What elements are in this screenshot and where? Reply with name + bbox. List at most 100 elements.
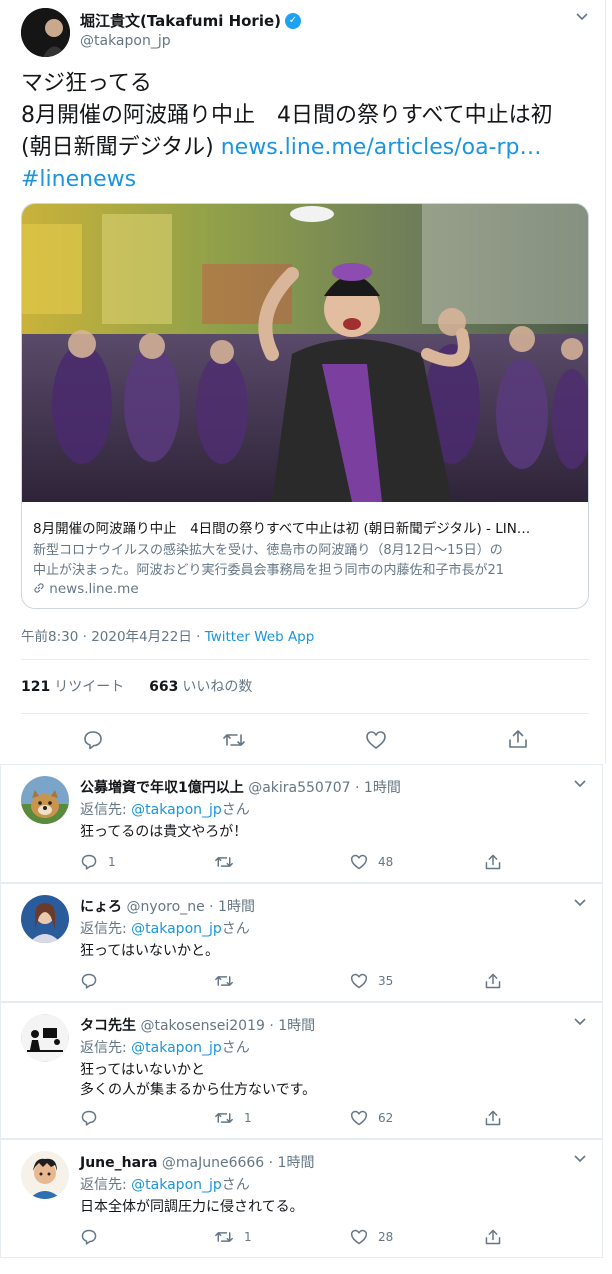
dog-avatar-image <box>21 776 69 824</box>
reply-author-name[interactable]: June_hara <box>80 1155 157 1171</box>
retweet-button[interactable]: 1 <box>214 1109 252 1127</box>
reply-tweet[interactable]: タコ先生 @takosensei2019 · 1時間 返信先: @takapon… <box>0 1002 603 1139</box>
like-button[interactable]: 62 <box>350 1109 393 1127</box>
share-button[interactable] <box>484 972 502 990</box>
chevron-down-icon[interactable] <box>573 1152 587 1166</box>
author-name[interactable]: 堀江貴文(Takafumi Horie) ✓ <box>80 10 301 31</box>
likes-count: 663 <box>149 679 179 695</box>
share-button[interactable] <box>484 1109 502 1127</box>
reply-text: 日本全体が同調圧力に侵されてる。 <box>80 1197 304 1217</box>
author-avatar[interactable] <box>21 8 70 57</box>
chevron-down-icon[interactable] <box>575 10 589 24</box>
like-button[interactable]: 48 <box>350 853 393 871</box>
reply-time[interactable]: · 1時間 <box>264 1155 315 1171</box>
reply-button[interactable] <box>80 1109 108 1127</box>
reply-author-handle[interactable]: @maJune6666 <box>162 1155 264 1171</box>
verified-icon: ✓ <box>285 12 301 29</box>
replying-to-link[interactable]: @takapon_jp <box>131 1040 222 1056</box>
retweets-label: リツイート <box>54 679 125 695</box>
woman-avatar-image <box>21 895 69 943</box>
tweet-text-line: マジ狂ってる <box>21 71 152 96</box>
replying-to-link[interactable]: @takapon_jp <box>131 802 222 818</box>
reply-actions: 1 48 <box>80 853 540 873</box>
reply-actions: 1 28 <box>80 1228 540 1248</box>
reply-avatar[interactable] <box>21 1014 69 1062</box>
chevron-down-icon[interactable] <box>573 777 587 791</box>
author-handle[interactable]: @takapon_jp <box>80 33 171 49</box>
reply-actions: 1 62 <box>80 1109 540 1129</box>
reply-button[interactable] <box>80 1228 108 1246</box>
reply-author-name[interactable]: タコ先生 <box>80 1018 136 1034</box>
retweet-icon <box>215 1232 233 1242</box>
timestamp-text[interactable]: 午前8:30 · 2020年4月22日 · <box>21 629 205 645</box>
reply-time[interactable]: · 1時間 <box>265 1018 315 1034</box>
reply-time[interactable]: · 1時間 <box>205 899 255 915</box>
link-card[interactable]: 8月開催の阿波踊り中止 4日間の祭りすべて中止は初 (朝日新聞デジタル) - L… <box>21 203 589 609</box>
retweets-stat[interactable]: 121 リツイート <box>21 679 124 695</box>
retweet-button[interactable] <box>214 853 244 871</box>
author-name-text[interactable]: 堀江貴文(Takafumi Horie) <box>80 10 281 31</box>
reply-author-handle[interactable]: @takosensei2019 <box>140 1018 264 1034</box>
like-button[interactable]: 35 <box>350 972 393 990</box>
replying-to: 返信先: @takapon_jpさん <box>80 799 250 819</box>
article-link[interactable]: news.line.me/articles/oa-rp… <box>221 135 542 160</box>
reply-author-name[interactable]: にょろ <box>80 899 122 915</box>
reply-author-handle[interactable]: @akira550707 <box>248 780 350 796</box>
link-icon <box>33 581 49 597</box>
retweet-button[interactable] <box>214 972 244 990</box>
reply-button[interactable] <box>80 972 108 990</box>
reply-avatar[interactable] <box>21 895 69 943</box>
reply-avatar[interactable] <box>21 776 69 824</box>
like-icon[interactable] <box>365 729 387 755</box>
reply-icon[interactable] <box>82 729 104 755</box>
reply-button[interactable]: 1 <box>80 853 116 871</box>
card-description: 新型コロナウイルスの感染拡大を受け、徳島市の阿波踊り（8月12日～15日）の 中… <box>33 541 581 581</box>
likes-label: いいねの数 <box>182 679 253 695</box>
reply-tweet[interactable]: 公募増資で年収1億円以上 @akira550707 · 1時間 返信先: @ta… <box>0 764 603 883</box>
replying-to-link[interactable]: @takapon_jp <box>131 921 222 937</box>
chevron-down-icon[interactable] <box>573 896 587 910</box>
reply-icon <box>81 1110 97 1126</box>
retweets-count: 121 <box>21 679 51 695</box>
reply-tweet[interactable]: にょろ @nyoro_ne · 1時間 返信先: @takapon_jpさん 狂… <box>0 883 603 1002</box>
share-icon[interactable] <box>507 728 529 754</box>
like-count: 35 <box>378 974 394 988</box>
reply-tweet[interactable]: June_hara @maJune6666 · 1時間 返信先: @takapo… <box>0 1139 603 1258</box>
retweet-icon <box>215 976 233 986</box>
reply-count: 1 <box>108 855 116 869</box>
reply-avatar[interactable] <box>21 1151 69 1199</box>
card-image[interactable] <box>22 204 588 502</box>
likes-stat[interactable]: 663 いいねの数 <box>149 679 252 695</box>
cartoon-avatar-image <box>21 1151 69 1199</box>
tweet-text-line: 8月開催の阿波踊り中止 4日間の祭りすべて中止は初 <box>21 103 553 128</box>
source-link[interactable]: Twitter Web App <box>205 629 315 645</box>
replying-to: 返信先: @takapon_jpさん <box>80 918 250 938</box>
chevron-down-icon[interactable] <box>573 1015 587 1029</box>
reply-icon <box>81 854 97 870</box>
silhouette-avatar-image <box>21 1014 69 1062</box>
replying-to-suffix: さん <box>221 1040 250 1056</box>
tweet-text: マジ狂ってる 8月開催の阿波踊り中止 4日間の祭りすべて中止は初 (朝日新聞デジ… <box>21 68 591 196</box>
retweet-icon <box>215 857 233 867</box>
reply-header: June_hara @maJune6666 · 1時間 <box>80 1152 314 1172</box>
like-icon <box>350 854 368 870</box>
reply-text-line: 狂ってるのは貴文やろが！ <box>80 824 248 840</box>
reply-time[interactable]: · 1時間 <box>351 780 401 796</box>
reply-author-name[interactable]: 公募増資で年収1億円以上 <box>80 780 244 796</box>
share-button[interactable] <box>484 1228 502 1246</box>
like-icon <box>350 973 368 989</box>
card-description-line: 中止が決まった。阿波おどり実行委員会事務局を担う同市の内藤佐和子市長が21 <box>33 563 505 578</box>
card-title[interactable]: 8月開催の阿波踊り中止 4日間の祭りすべて中止は初 (朝日新聞デジタル) - L… <box>33 517 579 537</box>
retweet-button[interactable]: 1 <box>214 1228 252 1246</box>
replying-to-label: 返信先: <box>80 921 132 937</box>
like-icon <box>350 1110 368 1126</box>
share-button[interactable] <box>484 853 502 871</box>
like-button[interactable]: 28 <box>350 1228 393 1246</box>
card-domain-text: news.line.me <box>49 581 139 597</box>
avatar-image <box>21 8 70 57</box>
hashtag-link[interactable]: #linenews <box>21 164 591 196</box>
reply-author-handle[interactable]: @nyoro_ne <box>126 899 204 915</box>
tweet-stats: 121 リツイート 663 いいねの数 <box>21 676 252 696</box>
replying-to-link[interactable]: @takapon_jp <box>131 1177 222 1193</box>
retweet-icon[interactable] <box>222 729 246 755</box>
